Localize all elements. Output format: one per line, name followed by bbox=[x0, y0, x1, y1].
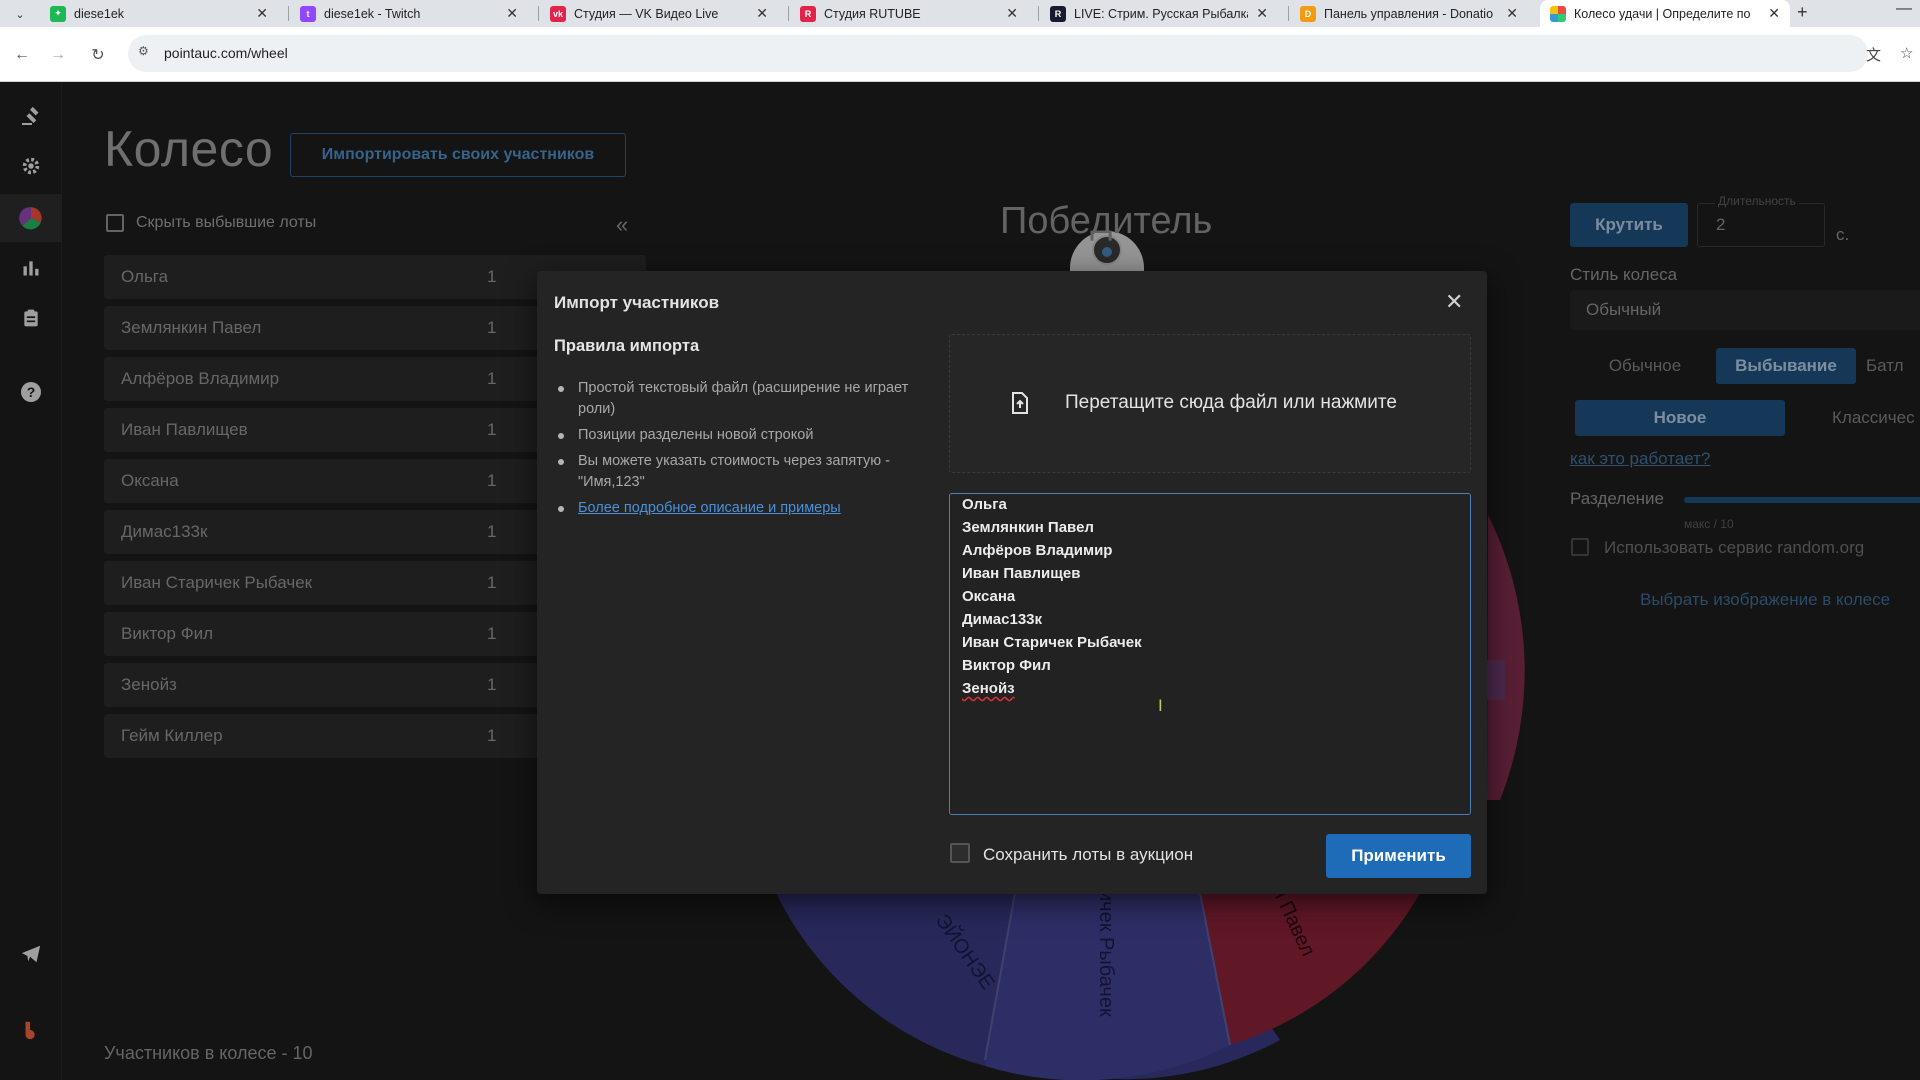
tab-separator bbox=[788, 6, 789, 21]
textarea-line: Иван Павлищев bbox=[962, 565, 1081, 582]
vk-favicon-icon: vk bbox=[550, 5, 566, 22]
rule-item: Вы можете указать стоимость через запяту… bbox=[554, 451, 944, 493]
modal-title: Импорт участников bbox=[554, 293, 720, 312]
site-settings-icon[interactable]: ⚙ bbox=[138, 44, 156, 62]
address-bar: ← → ↻ ⚙ pointauc.com/wheel 文 ☆ bbox=[0, 27, 1920, 82]
tab-close-icon[interactable]: ✕ bbox=[1006, 5, 1018, 22]
dropzone-text: Перетащите сюда файл или нажмите bbox=[1065, 392, 1397, 413]
tab-close-icon[interactable]: ✕ bbox=[756, 5, 768, 22]
save-to-auction-checkbox[interactable] bbox=[950, 843, 970, 863]
translate-icon[interactable]: 文 bbox=[1866, 44, 1881, 65]
browser-tabbar: ⌄ ✦ diese1ek ✕ t diese1ek - Twitch ✕ vk … bbox=[0, 0, 1920, 27]
apply-button[interactable]: Применить bbox=[1326, 834, 1471, 878]
tab-close-icon[interactable]: ✕ bbox=[256, 5, 268, 22]
bookmark-star-icon[interactable]: ☆ bbox=[1900, 44, 1913, 62]
tab-close-icon[interactable]: ✕ bbox=[1506, 5, 1518, 22]
tab-separator bbox=[288, 6, 289, 21]
textarea-line: Ольга bbox=[962, 496, 1007, 513]
textarea-line: Иван Старичек Рыбачек bbox=[962, 634, 1142, 651]
file-upload-icon bbox=[1012, 392, 1028, 414]
browser-tab[interactable]: R Студия RUTUBE ✕ bbox=[790, 0, 1028, 27]
browser-tab[interactable]: t diese1ek - Twitch ✕ bbox=[290, 0, 528, 27]
file-dropzone[interactable]: Перетащите сюда файл или нажмите bbox=[949, 334, 1471, 473]
url-field[interactable]: ⚙ pointauc.com/wheel bbox=[128, 35, 1868, 72]
browser-tab[interactable]: vk Студия — VK Видео Live ✕ bbox=[540, 0, 778, 27]
back-icon[interactable]: ← bbox=[12, 45, 32, 65]
participants-textarea[interactable]: Ольга Землянкин Павел Алфёров Владимир И… bbox=[949, 493, 1471, 815]
tab-separator bbox=[1288, 6, 1289, 21]
rule-item: Более подробное описание и примеры bbox=[554, 498, 944, 519]
browser-tab-active[interactable]: Колесо удачи | Определите по ✕ bbox=[1540, 0, 1790, 27]
close-icon[interactable]: ✕ bbox=[1445, 289, 1463, 315]
browser-tab[interactable]: R LIVE: Стрим. Русская Рыбалка ✕ bbox=[1040, 0, 1278, 27]
spotify-like-favicon-icon: ✦ bbox=[50, 5, 66, 22]
textarea-line: Виктор Фил bbox=[962, 657, 1051, 674]
textarea-line: Алфёров Владимир bbox=[962, 542, 1113, 559]
rules-list: Простой текстовый файл (расширение не иг… bbox=[554, 378, 944, 524]
rutube-favicon-icon: R bbox=[800, 5, 816, 22]
tab-close-icon[interactable]: ✕ bbox=[506, 5, 518, 22]
tab-close-icon[interactable]: ✕ bbox=[1256, 5, 1268, 22]
forward-icon[interactable]: → bbox=[48, 45, 68, 65]
wheel-favicon-icon bbox=[1550, 5, 1566, 22]
textarea-line: Оксана bbox=[962, 588, 1016, 605]
textarea-line: Зенойз bbox=[962, 680, 1015, 697]
tab-separator bbox=[538, 6, 539, 21]
details-link[interactable]: Более подробное описание и примеры bbox=[578, 500, 841, 516]
reload-icon[interactable]: ↻ bbox=[88, 45, 108, 65]
twitch-favicon-icon: t bbox=[300, 5, 316, 22]
tab-separator bbox=[1038, 6, 1039, 21]
donation-favicon-icon: D bbox=[1300, 5, 1316, 22]
browser-tab[interactable]: ✦ diese1ek ✕ bbox=[40, 0, 278, 27]
rule-item: Простой текстовый файл (расширение не иг… bbox=[554, 378, 944, 420]
textarea-line: Димас133к bbox=[962, 611, 1043, 628]
text-cursor-icon: I bbox=[1158, 696, 1163, 715]
new-tab-icon[interactable]: + bbox=[1797, 2, 1808, 23]
rules-title: Правила импорта bbox=[554, 337, 700, 355]
tab-search-icon[interactable]: ⌄ bbox=[8, 4, 32, 24]
rule-item: Позиции разделены новой строкой bbox=[554, 425, 944, 446]
save-to-auction-label: Сохранить лоты в аукцион bbox=[983, 845, 1194, 864]
import-modal: Импорт участников ✕ Правила импорта Прос… bbox=[537, 271, 1487, 894]
tab-close-icon[interactable]: ✕ bbox=[1768, 5, 1780, 22]
browser-tab[interactable]: D Панель управления - Donatio ✕ bbox=[1290, 0, 1528, 27]
rutube-live-favicon-icon: R bbox=[1050, 5, 1066, 22]
textarea-line: Землянкин Павел bbox=[962, 519, 1094, 536]
minimize-icon[interactable]: — bbox=[1896, 0, 1912, 18]
